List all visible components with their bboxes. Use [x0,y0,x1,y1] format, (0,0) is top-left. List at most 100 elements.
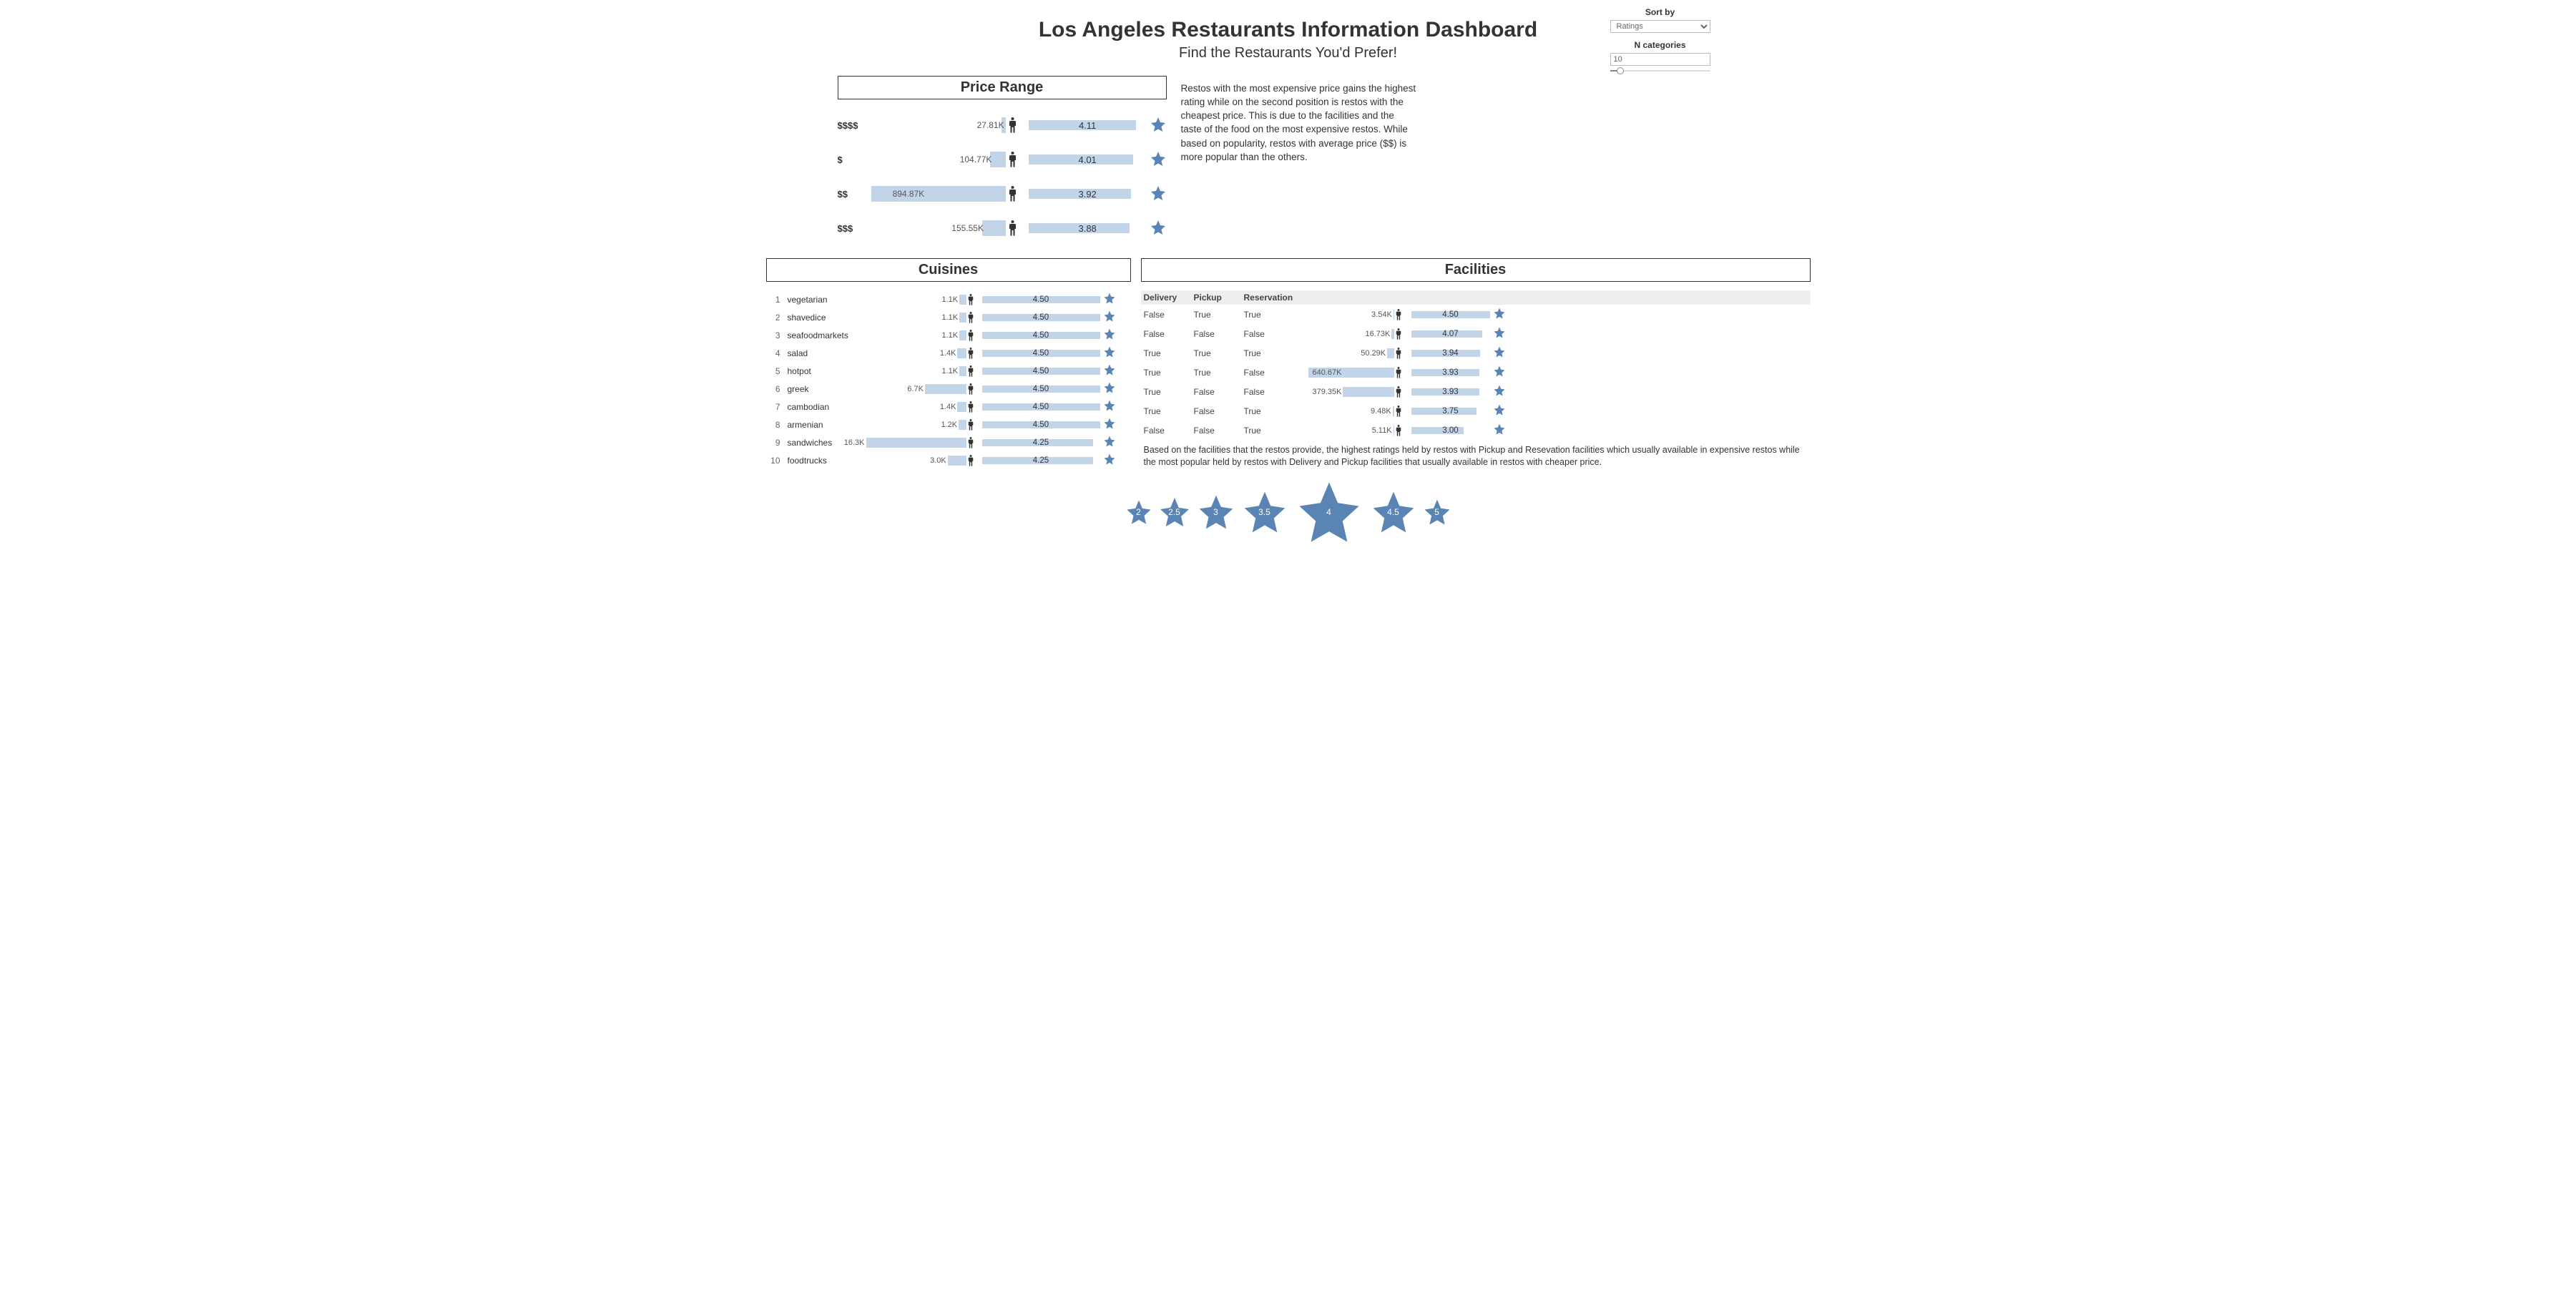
fac-delivery: True [1144,406,1194,416]
person-icon [968,401,975,413]
fac-delivery: True [1144,387,1194,397]
rating-bar: 4.50 [982,365,1100,377]
rating-star[interactable]: 3.5 [1240,488,1289,536]
rating-bar: 3.92 [1029,187,1147,201]
cuisine-row: 8 armenian 1.2K 4.50 [766,416,1131,433]
rating-star[interactable]: 5 [1422,497,1452,527]
popularity-bar: 1.1K [866,328,966,343]
slider-thumb[interactable] [1617,67,1624,74]
rating-star-label: 5 [1434,507,1439,517]
rating-bar: 4.50 [1411,309,1490,320]
cuisine-row: 7 cambodian 1.4K 4.50 [766,398,1131,416]
fac-header-reservation: Reservation [1244,293,1308,303]
facility-row: True True True 50.29K 3.94 [1141,343,1811,363]
facilities-header: Delivery Pickup Reservation [1141,290,1811,305]
fac-header-pickup: Pickup [1194,293,1244,303]
star-icon [1103,328,1116,343]
ncat-label: N categories [1610,40,1710,50]
fac-pickup: False [1194,329,1244,339]
rating-bar: 4.50 [982,294,1100,305]
person-icon [1009,152,1019,167]
rating-bar: 4.50 [982,348,1100,359]
popularity-bar: 27.81K [871,115,1006,135]
price-label: $$$$ [838,120,871,131]
row-number: 1 [766,295,780,305]
facility-row: False False True 5.11K 3.00 [1141,421,1811,440]
star-icon [1493,423,1506,438]
rating-star-label: 2.5 [1168,507,1180,517]
person-icon [1396,406,1403,417]
row-number: 3 [766,330,780,340]
rating-star[interactable]: 4 [1293,476,1365,548]
person-icon [968,383,975,395]
fac-delivery: False [1144,310,1194,320]
person-icon [1396,309,1403,320]
rating-star[interactable]: 4.5 [1369,488,1418,536]
fac-delivery: False [1144,426,1194,436]
rating-star[interactable]: 2 [1125,498,1153,526]
fac-reservation: False [1244,368,1308,378]
cuisine-name: armenian [788,420,866,430]
star-icon [1103,453,1116,468]
person-icon [1009,220,1019,236]
cuisine-name: vegetarian [788,295,866,305]
rating-star-label: 3 [1213,507,1218,517]
fac-reservation: True [1244,406,1308,416]
rating-bar: 4.07 [1411,328,1490,340]
person-icon [1396,425,1403,436]
row-number: 4 [766,348,780,358]
rating-star[interactable]: 3 [1196,492,1236,532]
cuisine-name: foodtrucks [788,456,866,466]
star-icon [1103,399,1116,414]
popularity-bar: 5.11K [1308,424,1394,437]
fac-reservation: False [1244,329,1308,339]
row-number: 7 [766,402,780,412]
popularity-bar: 1.1K [866,293,966,307]
ncat-input[interactable] [1610,53,1710,66]
rating-distribution: 2 2.5 3 3.5 4 4.5 5 [766,476,1811,548]
rating-bar: 3.93 [1411,386,1490,398]
popularity-bar: 1.4K [866,346,966,360]
rating-star-label: 4.5 [1387,507,1399,517]
facility-row: False False False 16.73K 4.07 [1141,324,1811,343]
person-icon [968,312,975,323]
star-icon [1103,381,1116,396]
facility-row: False True True 3.54K 4.50 [1141,305,1811,324]
person-icon [1396,367,1403,378]
star-icon [1493,384,1506,399]
cuisine-name: greek [788,384,866,394]
star-icon [1493,403,1506,418]
cuisine-row: 1 vegetarian 1.1K 4.50 [766,290,1131,308]
star-icon [1103,417,1116,432]
facility-row: True True False 640.67K 3.93 [1141,363,1811,382]
star-icon [1103,345,1116,360]
cuisine-row: 5 hotpot 1.1K 4.50 [766,362,1131,380]
star-icon [1150,185,1167,204]
star-icon [1493,365,1506,380]
rating-bar: 4.50 [982,419,1100,431]
popularity-bar: 1.1K [866,310,966,325]
fac-pickup: False [1194,406,1244,416]
person-icon [968,437,975,448]
price-label: $$$ [838,223,871,234]
star-icon [1150,150,1167,170]
rating-bar: 4.11 [1029,118,1147,132]
ncat-slider[interactable] [1610,70,1710,72]
rating-star[interactable]: 2.5 [1157,495,1192,529]
rating-star-label: 4 [1326,507,1331,517]
person-icon [968,365,975,377]
price-row: $$ 894.87K 3.92 [838,177,1167,211]
fac-reservation: True [1244,348,1308,358]
fac-pickup: True [1194,348,1244,358]
star-icon [1493,307,1506,322]
rating-bar: 3.75 [1411,406,1490,417]
popularity-bar: 6.7K [866,382,966,396]
rating-bar: 4.25 [982,437,1100,448]
cuisine-row: 2 shavedice 1.1K 4.50 [766,308,1131,326]
price-row: $$$ 155.55K 3.88 [838,211,1167,245]
cuisine-name: seafoodmarkets [788,330,866,340]
sort-select[interactable]: Ratings [1610,20,1710,33]
price-row: $ 104.77K 4.01 [838,142,1167,177]
person-icon [1009,117,1019,133]
rating-star-label: 2 [1136,507,1141,517]
